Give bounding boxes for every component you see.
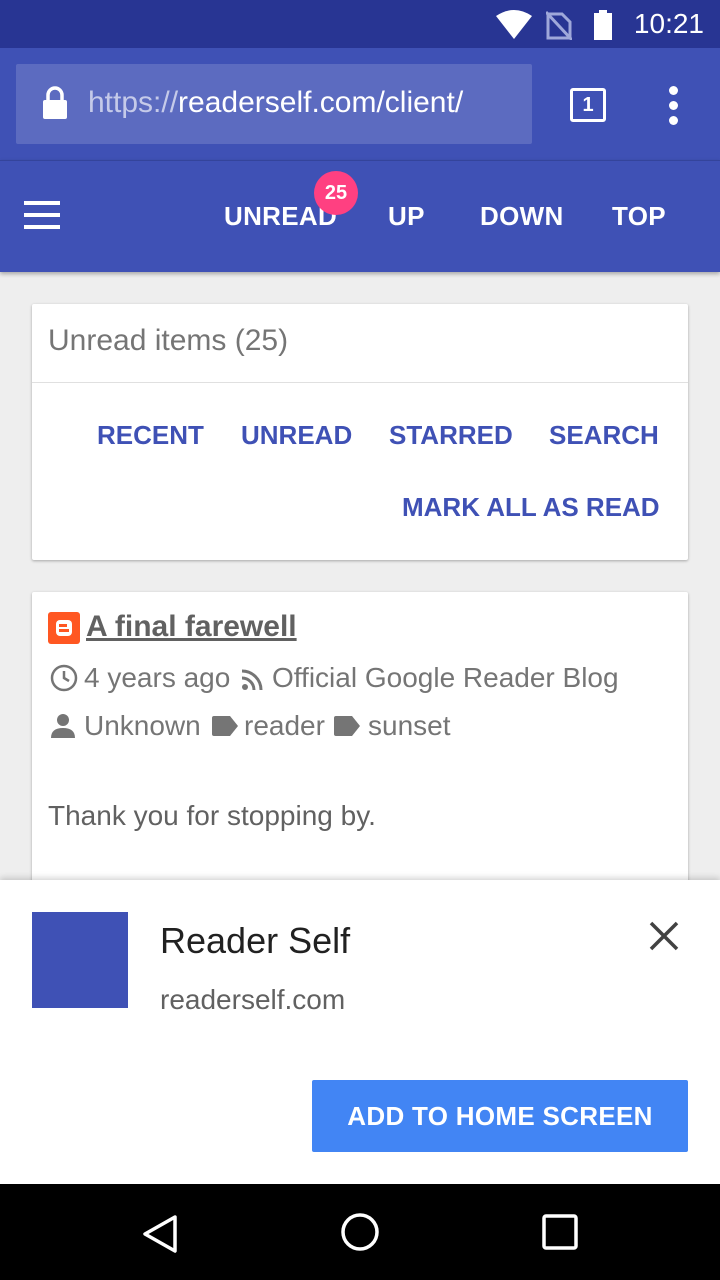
url-scheme: https:// xyxy=(88,86,179,119)
card-title: Unread items (25) xyxy=(48,324,289,357)
battery-icon xyxy=(594,10,612,40)
article-title-link[interactable]: A final farewell xyxy=(86,610,297,644)
wifi-icon xyxy=(496,10,532,39)
article-body: Thank you for stopping by. xyxy=(48,800,376,831)
status-bar: 10:21 xyxy=(0,0,720,48)
divider xyxy=(32,382,688,383)
clock: 10:21 xyxy=(633,8,704,39)
down-button[interactable]: DOWN xyxy=(480,201,564,232)
tag-link-sunset[interactable]: sunset xyxy=(368,710,451,742)
recent-button[interactable]: RECENT xyxy=(97,420,204,451)
article-time: 4 years ago xyxy=(84,662,231,693)
article-card: A final farewell 4 years ago Official Go… xyxy=(32,592,688,892)
menu-icon[interactable] xyxy=(24,201,60,229)
tag-link-reader[interactable]: reader xyxy=(244,710,325,742)
recents-icon[interactable] xyxy=(542,1214,578,1250)
url-host-path: readerself.com/client/ xyxy=(178,86,464,119)
feed-link[interactable]: Official Google Reader Blog xyxy=(272,662,619,694)
url-bar[interactable]: https://readerself.com/client/ xyxy=(16,64,532,144)
url-text[interactable]: https://readerself.com/client/ xyxy=(88,86,463,120)
app-toolbar: UNREAD 25 UP DOWN TOP xyxy=(0,160,720,272)
system-nav-bar xyxy=(0,1184,720,1280)
no-sim-icon xyxy=(546,10,572,40)
unread-filter-button[interactable]: UNREAD xyxy=(241,420,352,451)
starred-button[interactable]: STARRED xyxy=(389,420,513,451)
unread-summary-card: Unread items (25) RECENT UNREAD STARRED … xyxy=(32,304,688,560)
back-icon[interactable] xyxy=(142,1214,178,1254)
tag-icon xyxy=(212,716,238,736)
add-to-home-banner: Reader Self readerself.com ADD TO HOME S… xyxy=(0,880,720,1184)
rss-icon xyxy=(241,669,263,691)
clock-icon xyxy=(50,664,78,692)
tab-switcher-button[interactable]: 1 xyxy=(570,88,606,122)
tag-icon xyxy=(334,716,360,736)
search-button[interactable]: SEARCH xyxy=(549,420,659,451)
app-url: readerself.com xyxy=(160,984,346,1015)
mark-all-read-button[interactable]: MARK ALL AS READ xyxy=(402,492,660,523)
blogger-icon xyxy=(48,612,80,644)
lock-icon xyxy=(43,86,67,119)
browser-toolbar: https://readerself.com/client/ 1 xyxy=(0,48,720,160)
app-icon xyxy=(32,912,128,1008)
top-button[interactable]: TOP xyxy=(612,201,666,232)
close-icon[interactable] xyxy=(648,920,680,952)
unread-count-badge: 25 xyxy=(314,171,358,215)
home-icon[interactable] xyxy=(340,1212,380,1252)
person-icon xyxy=(51,714,75,738)
browser-menu-icon[interactable] xyxy=(664,86,684,126)
article-author: Unknown xyxy=(84,710,201,741)
app-name: Reader Self xyxy=(160,920,351,961)
up-button[interactable]: UP xyxy=(388,201,425,232)
add-to-home-screen-button[interactable]: ADD TO HOME SCREEN xyxy=(312,1080,688,1152)
